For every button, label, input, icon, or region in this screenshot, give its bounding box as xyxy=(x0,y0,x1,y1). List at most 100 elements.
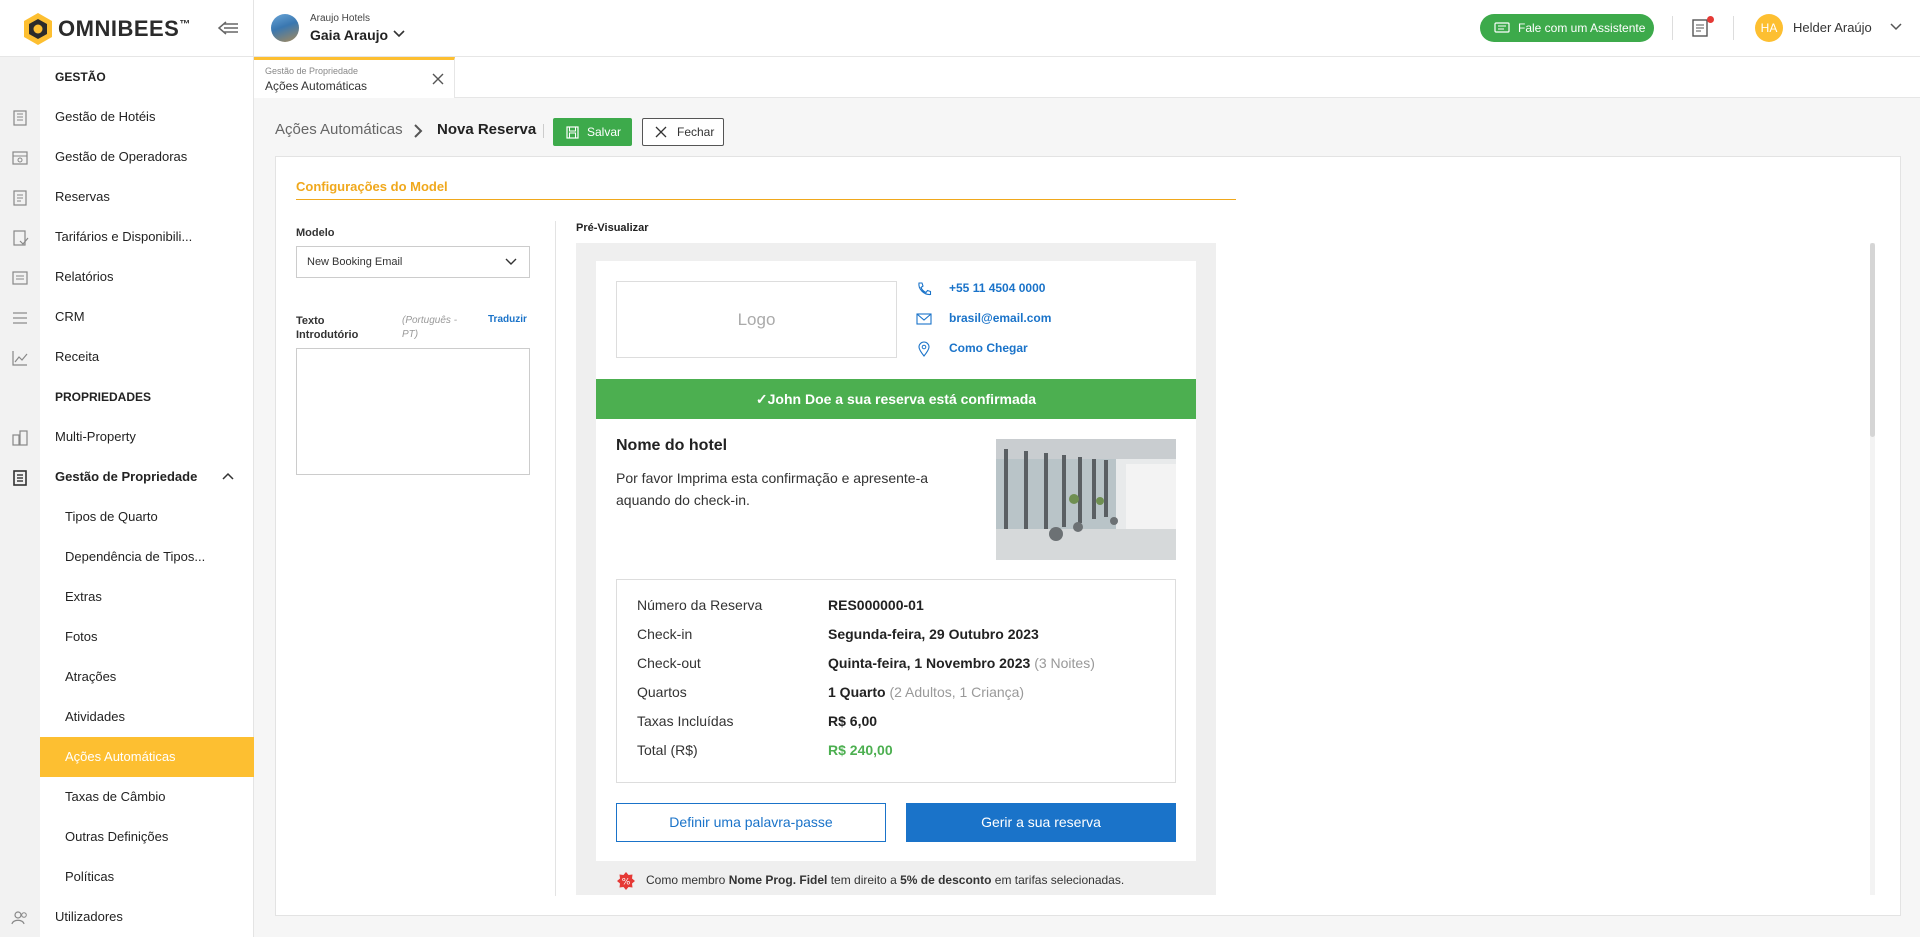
hotel-selector[interactable]: Gaia Araujo xyxy=(310,27,388,43)
chat-icon xyxy=(1494,22,1510,33)
model-select[interactable]: New Booking Email xyxy=(296,246,530,278)
res-label-rooms: Quartos xyxy=(637,684,687,700)
nav-item-tipos-quarto[interactable]: Tipos de Quarto xyxy=(40,497,254,537)
svg-text:%: % xyxy=(622,878,631,888)
nav-item-dependencia-tipos[interactable]: Dependência de Tipos... xyxy=(40,537,254,577)
brand-name: OMNIBEES™ xyxy=(58,16,191,41)
logo-placeholder: Logo xyxy=(616,281,897,358)
breadcrumb-divider xyxy=(543,124,544,138)
tab-title: Ações Automáticas xyxy=(265,79,368,93)
omnibees-logo-icon xyxy=(24,13,52,45)
multi-property-icon[interactable] xyxy=(11,429,29,447)
nav-item-relatorios[interactable]: Relatórios xyxy=(40,257,254,297)
rates-icon[interactable] xyxy=(11,229,29,247)
users-icon[interactable] xyxy=(11,909,29,927)
res-value-number: RES000000-01 xyxy=(828,597,924,613)
user-avatar[interactable]: HA xyxy=(1755,14,1783,42)
assistant-label: Fale com um Assistente xyxy=(1518,21,1646,35)
nav-item-acoes-automaticas[interactable]: Ações Automáticas xyxy=(40,737,254,777)
hotel-photo xyxy=(996,439,1176,560)
reports-icon[interactable] xyxy=(11,269,29,287)
phone-icon xyxy=(918,282,932,296)
model-select-value: New Booking Email xyxy=(307,256,403,268)
crm-icon[interactable] xyxy=(11,309,29,327)
nav-item-receita[interactable]: Receita xyxy=(40,337,254,377)
reservation-details: Número da Reserva RES000000-01 Check-in … xyxy=(616,579,1176,783)
nav-item-tarifarios[interactable]: Tarifários e Disponibili... xyxy=(40,217,254,257)
user-name[interactable]: Helder Araújo xyxy=(1793,20,1872,35)
hotel-instructions: Por favor Imprima esta confirmação e apr… xyxy=(616,470,929,508)
manage-reservation-button[interactable]: Gerir a sua reserva xyxy=(906,803,1176,842)
tab-bar: Gestão de Propriedade Ações Automáticas xyxy=(254,57,1920,98)
nav-item-gestao-operadoras[interactable]: Gestão de Operadoras xyxy=(40,137,254,177)
reservations-icon[interactable] xyxy=(11,189,29,207)
intro-language: (Português - PT) xyxy=(402,315,458,340)
directions-link[interactable]: Como Chegar xyxy=(949,341,1028,355)
nav-item-politicas[interactable]: Políticas xyxy=(40,857,254,897)
set-password-button[interactable]: Definir uma palavra-passe xyxy=(616,803,886,842)
icon-rail xyxy=(0,57,40,937)
res-value-checkout: Quinta-feira, 1 Novembro 2023 (3 Noites) xyxy=(828,655,1095,671)
revenue-chart-icon[interactable] xyxy=(11,349,29,367)
nav-item-extras[interactable]: Extras xyxy=(40,577,254,617)
column-divider xyxy=(555,221,556,896)
nav-item-fotos[interactable]: Fotos xyxy=(40,617,254,657)
res-value-total: R$ 240,00 xyxy=(828,742,893,758)
hotel-group-name: Araujo Hotels xyxy=(310,13,371,24)
breadcrumb-current: Nova Reserva xyxy=(437,121,537,138)
nav-item-gestao-propriedade[interactable]: Gestão de Propriedade xyxy=(40,457,254,497)
res-value-rooms: 1 Quarto (2 Adultos, 1 Criança) xyxy=(828,684,1025,700)
top-header: Araujo Hotels Gaia Araujo Fale com um As… xyxy=(254,0,1920,57)
assistant-button[interactable]: Fale com um Assistente xyxy=(1480,14,1654,42)
intro-text-label: Texto Introdutório xyxy=(296,315,359,341)
scrollbar-thumb[interactable] xyxy=(1870,243,1875,437)
nav-section-gestao: GESTÃO xyxy=(55,70,106,84)
save-label: Salvar xyxy=(587,125,622,139)
nav-item-atracoes[interactable]: Atrações xyxy=(40,657,254,697)
phone-link[interactable]: +55 11 4504 0000 xyxy=(949,281,1045,295)
res-value-taxes: R$ 6,00 xyxy=(828,713,878,729)
res-value-checkin: Segunda-feira, 29 Outubro 2023 xyxy=(828,626,1039,642)
close-button[interactable]: Fechar xyxy=(642,118,724,146)
intro-text-field[interactable] xyxy=(296,348,530,475)
collapse-sidebar-icon[interactable] xyxy=(216,18,240,38)
hotel-avatar[interactable] xyxy=(271,14,299,42)
nav-item-crm[interactable]: CRM xyxy=(40,297,254,337)
chevron-down-icon[interactable] xyxy=(392,29,406,39)
nav-item-gestao-hoteis[interactable]: Gestão de Hotéis xyxy=(40,97,254,137)
nav-section-propriedades: PROPRIEDADES xyxy=(55,390,152,404)
header-divider xyxy=(1733,16,1734,40)
operator-icon[interactable] xyxy=(11,149,29,167)
chevron-up-icon xyxy=(222,472,234,480)
confirmation-banner: ✓John Doe a sua reserva está confirmada xyxy=(596,379,1196,419)
email-preview: Logo +55 11 4504 0000 brasil@email.com C… xyxy=(576,243,1216,895)
res-label-total: Total (R$) xyxy=(637,742,698,758)
close-icon[interactable] xyxy=(432,73,444,85)
nav-item-atividades[interactable]: Atividades xyxy=(40,697,254,737)
breadcrumb-parent[interactable]: Ações Automáticas xyxy=(275,121,403,138)
nav-item-outras-definicoes[interactable]: Outras Definições xyxy=(40,817,254,857)
logo-bar: OMNIBEES™ xyxy=(0,0,253,57)
property-icon[interactable] xyxy=(11,469,29,487)
chevron-down-icon[interactable] xyxy=(1890,22,1902,32)
hotel-name-heading: Nome do hotel xyxy=(616,437,728,454)
close-label: Fechar xyxy=(677,125,715,139)
chevron-right-icon xyxy=(414,124,423,138)
main-nav: GESTÃO Gestão de Hotéis Gestão de Operad… xyxy=(40,57,254,937)
preview-label: Pré-Visualizar xyxy=(576,222,649,234)
email-link[interactable]: brasil@email.com xyxy=(949,311,1051,325)
loyalty-text: Como membro Nome Prog. Fidel tem direito… xyxy=(646,873,1125,887)
email-body: Logo +55 11 4504 0000 brasil@email.com C… xyxy=(596,261,1196,895)
save-button[interactable]: Salvar xyxy=(553,118,632,146)
nav-item-taxas-cambio[interactable]: Taxas de Câmbio xyxy=(40,777,254,817)
translate-link[interactable]: Traduzir xyxy=(488,314,527,325)
tab-acoes-automaticas[interactable]: Gestão de Propriedade Ações Automáticas xyxy=(254,57,455,98)
nav-item-utilizadores[interactable]: Utilizadores xyxy=(40,897,254,937)
building-icon[interactable] xyxy=(11,109,29,127)
nav-item-multi-property[interactable]: Multi-Property xyxy=(40,417,254,457)
nav-item-reservas[interactable]: Reservas xyxy=(40,177,254,217)
email-icon xyxy=(916,313,932,325)
loyalty-banner: % Como membro Nome Prog. Fidel tem direi… xyxy=(596,861,1196,895)
sidebar: OMNIBEES™ GESTÃO Gestão de Hotéis Gestão… xyxy=(0,0,254,937)
res-label-number: Número da Reserva xyxy=(637,597,763,613)
